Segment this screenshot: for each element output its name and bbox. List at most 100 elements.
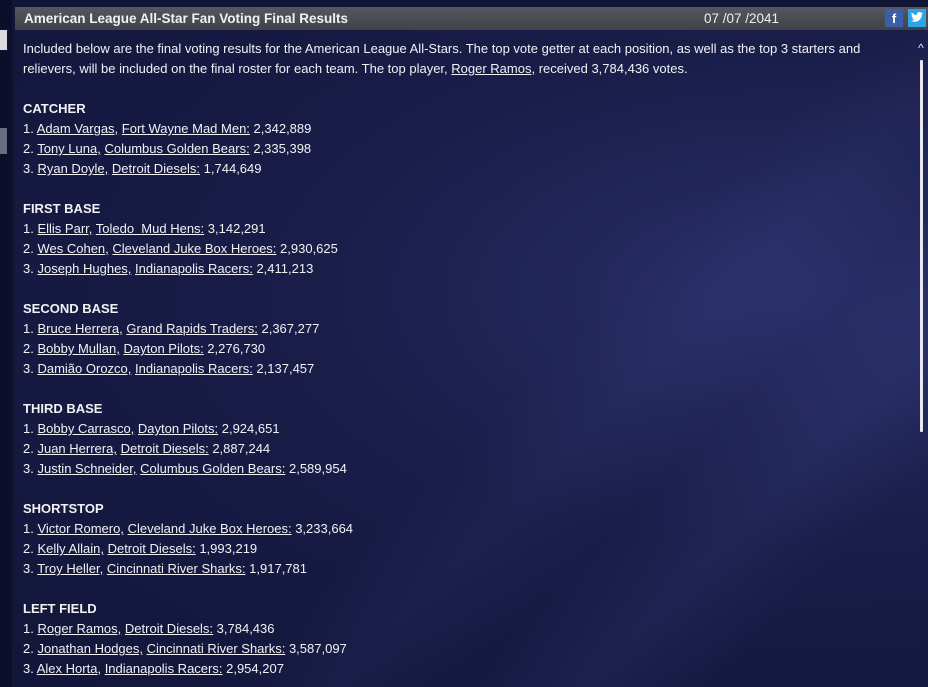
team-link[interactable]: Columbus Golden Bears:: [104, 141, 249, 156]
window-title: American League All-Star Fan Voting Fina…: [24, 11, 349, 26]
rank-number: 3.: [23, 561, 38, 576]
player-link[interactable]: Justin Schneider,: [37, 461, 136, 476]
team-link[interactable]: Grand Rapids Traders:: [126, 321, 258, 336]
rank-number: 3.: [23, 461, 38, 476]
player-link[interactable]: Adam Vargas,: [37, 121, 118, 136]
vote-count: 3,142,291: [204, 221, 266, 236]
position-section: CATCHER 1. Adam Vargas, Fort Wayne Mad Me…: [23, 99, 913, 179]
player-link[interactable]: Juan Herrera,: [37, 441, 116, 456]
rank-number: 2.: [23, 441, 38, 456]
vote-count: 1,744,649: [200, 161, 262, 176]
team-link[interactable]: Detroit Diesels:: [112, 161, 200, 176]
vote-result-row: 1. Bruce Herrera, Grand Rapids Traders: …: [23, 319, 913, 339]
player-link[interactable]: Ryan Doyle,: [37, 161, 108, 176]
vote-count: 2,276,730: [203, 341, 266, 356]
player-link[interactable]: Bobby Carrasco,: [37, 421, 134, 436]
player-link[interactable]: Alex Horta,: [37, 661, 101, 676]
vote-count: 3,784,436: [213, 621, 275, 636]
vote-result-row: 3. Joseph Hughes, Indianapolis Racers: 2…: [23, 259, 913, 279]
vote-result-row: 3. Damião Orozco, Indianapolis Racers: 2…: [23, 359, 913, 379]
team-link[interactable]: Cincinnati River Sharks:: [107, 561, 246, 576]
player-link[interactable]: Joseph Hughes,: [37, 261, 131, 276]
team-link[interactable]: Indianapolis Racers:: [135, 261, 253, 276]
team-link[interactable]: Columbus Golden Bears:: [140, 461, 285, 476]
team-link[interactable]: Cincinnati River Sharks:: [147, 641, 286, 656]
news-window: American League All-Star Fan Voting Fina…: [0, 0, 928, 687]
player-link[interactable]: Roger Ramos,: [37, 621, 121, 636]
team-link[interactable]: Cleveland Juke Box Heroes:: [112, 241, 276, 256]
message-date: 07 /07 /2041: [704, 11, 780, 26]
rank-number: 2.: [23, 241, 38, 256]
twitter-share-icon[interactable]: [908, 9, 926, 27]
player-link[interactable]: Tony Luna,: [37, 141, 101, 156]
vote-result-row: 1. Bobby Carrasco, Dayton Pilots: 2,924,…: [23, 419, 913, 439]
player-link[interactable]: Bruce Herrera,: [37, 321, 122, 336]
player-link[interactable]: Ellis Parr,: [37, 221, 92, 236]
player-link[interactable]: Wes Cohen,: [37, 241, 108, 256]
player-link[interactable]: Jonathan Hodges,: [37, 641, 143, 656]
position-heading: THIRD BASE: [23, 401, 103, 416]
position-section: SECOND BASE 1. Bruce Herrera, Grand Rapid…: [23, 299, 913, 379]
position-section: THIRD BASE 1. Bobby Carrasco, Dayton Pilo…: [23, 399, 913, 479]
scroll-up-icon[interactable]: ^: [916, 42, 926, 54]
vote-result-row: 3. Justin Schneider, Columbus Golden Bea…: [23, 459, 913, 479]
rank-number: 1.: [23, 621, 38, 636]
rank-number: 1.: [23, 121, 37, 136]
vote-count: 3,587,097: [285, 641, 347, 656]
player-link[interactable]: Victor Romero,: [37, 521, 123, 536]
rank-number: 2.: [23, 341, 38, 356]
team-link[interactable]: Dayton Pilots:: [138, 421, 218, 436]
rank-number: 1.: [23, 421, 38, 436]
team-link[interactable]: Toledo Mud Hens:: [96, 221, 204, 236]
results-text: Included below are the final voting resu…: [23, 39, 913, 687]
side-panel-strip: [0, 0, 12, 687]
top-player-link[interactable]: Roger Ramos,: [451, 61, 535, 76]
vote-result-row: 1. Roger Ramos, Detroit Diesels: 3,784,4…: [23, 619, 913, 639]
twitter-bird-icon: [911, 12, 923, 22]
vote-result-row: 2. Kelly Allain, Detroit Diesels: 1,993,…: [23, 539, 913, 559]
facebook-share-icon[interactable]: f: [885, 9, 903, 27]
rank-number: 2.: [23, 141, 38, 156]
vote-count: 2,887,244: [208, 441, 271, 456]
rank-number: 2.: [23, 641, 38, 656]
player-link[interactable]: Damião Orozco,: [37, 361, 131, 376]
scrollbar-thumb[interactable]: [920, 60, 923, 432]
player-link[interactable]: Bobby Mullan,: [37, 341, 119, 356]
vote-count: 2,367,277: [257, 321, 320, 336]
vote-count: 2,924,651: [218, 421, 280, 436]
vote-result-row: 2. Jonathan Hodges, Cincinnati River Sha…: [23, 639, 913, 659]
position-heading: CATCHER: [23, 101, 86, 116]
position-heading: LEFT FIELD: [23, 601, 97, 616]
player-link[interactable]: Troy Heller,: [37, 561, 103, 576]
team-link[interactable]: Detroit Diesels:: [125, 621, 213, 636]
intro-text: Included below are the final voting resu…: [23, 41, 861, 76]
vote-result-row: 1. Victor Romero, Cleveland Juke Box Her…: [23, 519, 913, 539]
team-link[interactable]: Cleveland Juke Box Heroes:: [128, 521, 292, 536]
position-section: FIRST BASE 1. Ellis Parr, Toledo Mud Hens…: [23, 199, 913, 279]
vote-count: 2,335,398: [249, 141, 312, 156]
rank-number: 3.: [23, 161, 38, 176]
team-link[interactable]: Detroit Diesels:: [108, 541, 196, 556]
side-panel-tab[interactable]: [0, 30, 7, 50]
player-link[interactable]: Kelly Allain,: [37, 541, 103, 556]
team-link[interactable]: Detroit Diesels:: [121, 441, 209, 456]
team-link[interactable]: Dayton Pilots:: [123, 341, 203, 356]
side-panel-tab[interactable]: [0, 128, 7, 154]
vote-count: 2,589,954: [285, 461, 347, 476]
team-link[interactable]: Indianapolis Racers:: [105, 661, 223, 676]
vote-count: 1,917,781: [245, 561, 307, 576]
vote-count: 2,954,207: [222, 661, 284, 676]
team-link[interactable]: Fort Wayne Mad Men:: [122, 121, 250, 136]
position-section: SHORTSTOP 1. Victor Romero, Cleveland Juk…: [23, 499, 913, 579]
vertical-scrollbar[interactable]: ^: [914, 40, 928, 687]
vote-count: 2,930,625: [276, 241, 338, 256]
vote-result-row: 2. Juan Herrera, Detroit Diesels: 2,887,…: [23, 439, 913, 459]
rank-number: 1.: [23, 221, 38, 236]
team-link[interactable]: Indianapolis Racers:: [135, 361, 253, 376]
rank-number: 3.: [23, 361, 38, 376]
vote-result-row: 3. Troy Heller, Cincinnati River Sharks:…: [23, 559, 913, 579]
rank-number: 1.: [23, 321, 38, 336]
rank-number: 3.: [23, 261, 38, 276]
intro-votes-text: received 3,784,436 votes.: [535, 61, 688, 76]
vote-result-row: 1. Adam Vargas, Fort Wayne Mad Men: 2,34…: [23, 119, 913, 139]
